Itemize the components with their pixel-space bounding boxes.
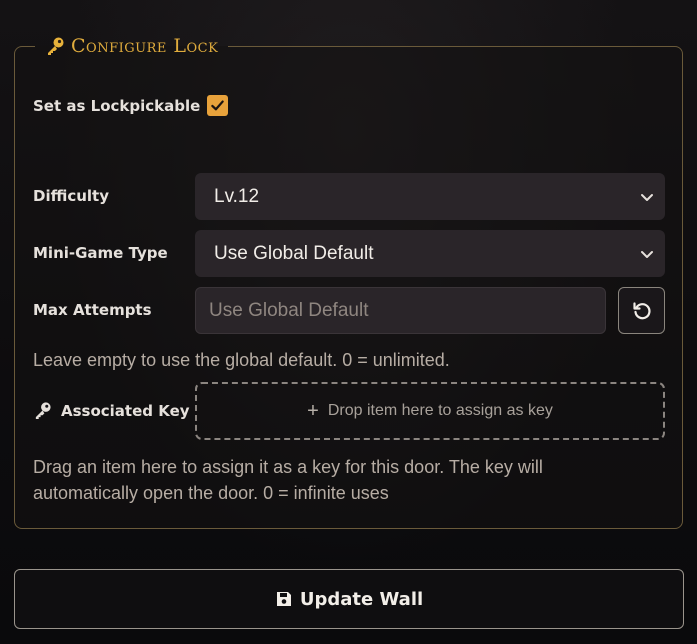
key-icon (45, 36, 65, 56)
associated-key-label-text: Associated Key (61, 401, 190, 420)
max-attempts-placeholder: Use Global Default (209, 299, 369, 321)
key-icon (35, 402, 51, 420)
associated-key-hint-line1: Drag an item here to assign it as a key … (33, 457, 543, 477)
checkmark-icon (211, 100, 224, 111)
minigame-select[interactable]: Use Global Default (195, 230, 665, 277)
difficulty-select[interactable]: Lv.12 (195, 173, 665, 220)
associated-key-label: Associated Key (33, 401, 190, 420)
chevron-down-icon (641, 194, 653, 201)
panel-title: Configure Lock (35, 36, 228, 56)
difficulty-value: Lv.12 (214, 185, 260, 207)
max-attempts-hint: Leave empty to use the global default. 0… (33, 350, 450, 370)
update-wall-button[interactable]: Update Wall (14, 569, 684, 629)
lockpickable-checkbox[interactable] (207, 95, 228, 116)
panel-title-text: Configure Lock (71, 35, 219, 57)
reset-icon (632, 301, 651, 319)
save-icon (275, 590, 293, 608)
associated-key-hint-line2: automatically open the door. 0 = infinit… (33, 483, 389, 503)
difficulty-label: Difficulty (33, 187, 109, 205)
dropzone-text: Drop item here to assign as key (327, 402, 553, 419)
max-attempts-input[interactable]: Use Global Default (195, 287, 606, 334)
lockpickable-label: Set as Lockpickable (33, 97, 201, 115)
minigame-value: Use Global Default (214, 242, 374, 264)
key-dropzone[interactable]: + Drop item here to assign as key (195, 382, 665, 440)
reset-max-attempts-button[interactable] (618, 287, 665, 334)
max-attempts-label: Max Attempts (33, 301, 152, 319)
update-wall-label: Update Wall (299, 588, 424, 610)
minigame-label: Mini-Game Type (33, 244, 168, 262)
plus-icon: + (307, 399, 319, 422)
chevron-down-icon (641, 251, 653, 258)
